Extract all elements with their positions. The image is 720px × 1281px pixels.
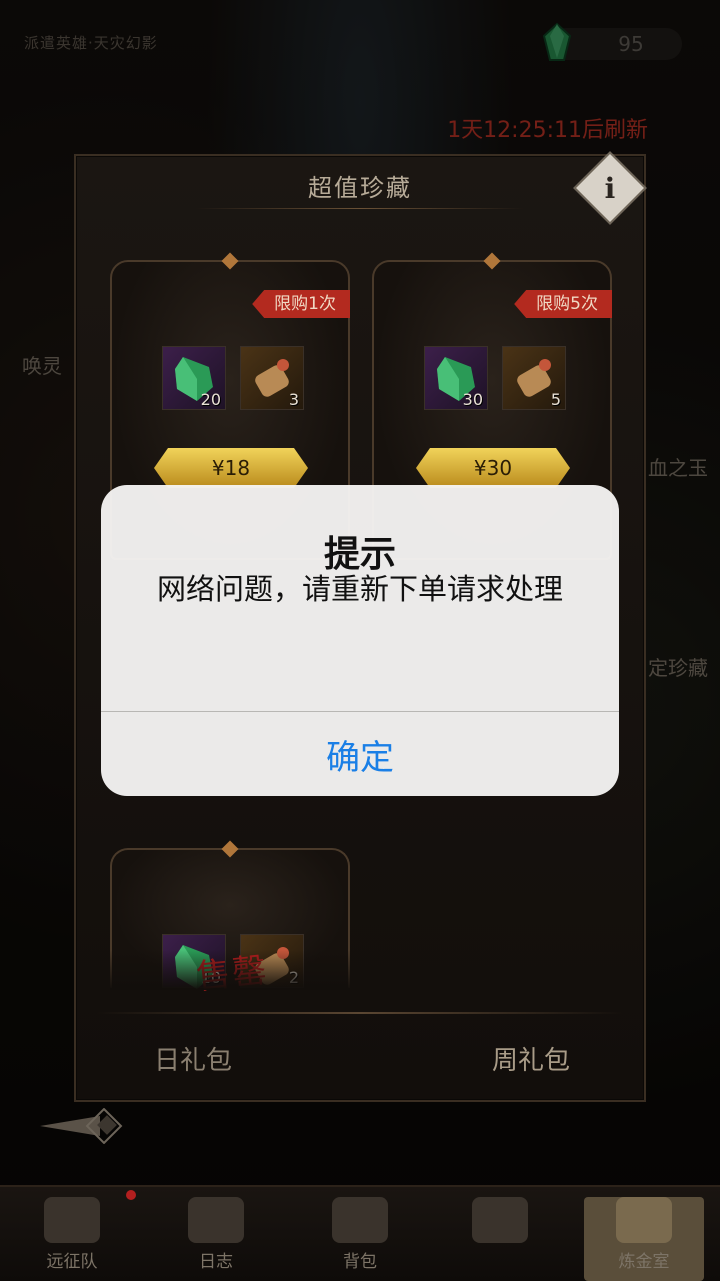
card-ornament: [221, 840, 239, 858]
nav-label: 远征队: [46, 1252, 98, 1272]
nav-journal[interactable]: 日志: [166, 1197, 266, 1281]
bag-icon: [332, 1197, 388, 1243]
helmet-icon: [44, 1197, 100, 1243]
item-count: 20: [200, 390, 221, 409]
unknown-icon: [472, 1197, 528, 1243]
nav-item-4[interactable]: [450, 1197, 550, 1281]
title-divider: [196, 208, 524, 209]
tab-daily-pack[interactable]: 日礼包: [154, 1040, 232, 1077]
card-ornament: [483, 252, 501, 270]
alert-title: 提示: [323, 534, 396, 575]
alert-message: 网络问题，请重新下单请求处理: [156, 572, 563, 606]
reward-item-scroll[interactable]: 5: [502, 346, 566, 410]
item-count: 5: [550, 390, 561, 409]
nav-label: 日志: [199, 1252, 233, 1272]
notification-dot: [126, 1190, 136, 1200]
tab-divider: [96, 1012, 624, 1014]
panel-title: 超值珍藏: [308, 174, 412, 202]
nav-alchemy[interactable]: 炼金室: [584, 1197, 704, 1281]
scroll-icon: [188, 1197, 244, 1243]
purchase-limit-badge: 限购1次: [252, 290, 350, 318]
info-icon: i: [604, 171, 616, 205]
info-button[interactable]: i: [573, 151, 647, 225]
back-arrow-icon[interactable]: [40, 1108, 132, 1144]
item-count: 3: [288, 390, 299, 409]
price-button[interactable]: ¥30: [416, 448, 570, 488]
card-ornament: [221, 252, 239, 270]
bottom-navigation: 远征队 日志 背包 炼金室: [0, 1185, 720, 1281]
reward-item-scroll[interactable]: 3: [240, 346, 304, 410]
reward-item-gem[interactable]: 30: [424, 346, 488, 410]
nav-expedition[interactable]: 远征队: [22, 1197, 122, 1281]
tab-weekly-pack[interactable]: 周礼包: [492, 1040, 570, 1077]
confirm-button[interactable]: 确定: [101, 712, 619, 796]
alert-dialog: 提示 网络问题，请重新下单请求处理 确定: [101, 485, 619, 796]
nav-label: 背包: [343, 1252, 377, 1272]
nav-label: 炼金室: [618, 1252, 670, 1272]
nav-backpack[interactable]: 背包: [310, 1197, 410, 1281]
item-count: 30: [462, 390, 483, 409]
purchase-limit-badge: 限购5次: [514, 290, 612, 318]
card-fade: [110, 950, 350, 990]
pack-card-sold-out: 10 2 售罄: [110, 840, 350, 998]
price-button[interactable]: ¥18: [154, 448, 308, 488]
reward-item-gem[interactable]: 20: [162, 346, 226, 410]
alchemy-icon: [616, 1197, 672, 1243]
